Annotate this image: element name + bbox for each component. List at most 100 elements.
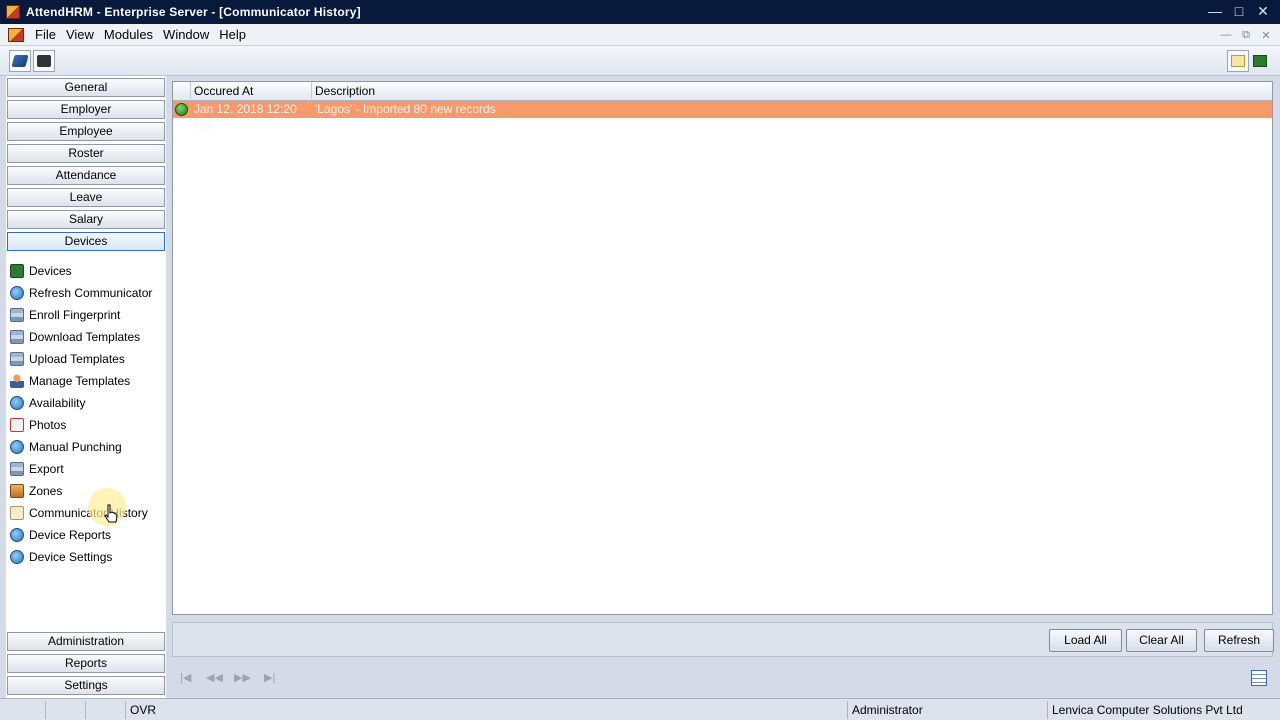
nav-roster-button[interactable]: Roster <box>7 144 165 163</box>
server-stack-icon <box>10 462 24 476</box>
nav-item-device-reports[interactable]: Device Reports <box>10 525 111 545</box>
globe-icon <box>10 440 24 454</box>
mdi-minimize-icon[interactable]: — <box>1218 27 1234 43</box>
previous-page-icon[interactable]: ◀◀ <box>206 671 223 684</box>
nav-item-label: Enroll Fingerprint <box>29 308 121 322</box>
device-icon <box>10 264 24 278</box>
nav-employee-button[interactable]: Employee <box>7 122 165 141</box>
note-icon <box>10 506 24 520</box>
hand-cursor-icon <box>104 504 118 523</box>
nav-item-label: Manual Punching <box>29 440 122 454</box>
mdi-controls: — ⧉ ✕ <box>1218 27 1274 43</box>
globe-icon <box>10 528 24 542</box>
notes-toolbar-button[interactable] <box>1227 50 1249 72</box>
nav-item-label: Photos <box>29 418 67 432</box>
window-title: AttendHRM - Enterprise Server - [Communi… <box>26 5 361 19</box>
column-header-description[interactable]: Description <box>312 82 1272 101</box>
nav-item-label: Device Settings <box>29 550 113 564</box>
status-company: Lenvica Computer Solutions Pvt Ltd <box>1052 703 1243 717</box>
nav-item-label: Zones <box>29 484 63 498</box>
grid-header: Occured At Description <box>173 82 1272 101</box>
nav-item-upload-templates[interactable]: Upload Templates <box>10 349 125 369</box>
status-mode: OVR <box>126 701 848 719</box>
nav-item-device-settings[interactable]: Device Settings <box>10 547 112 567</box>
close-icon[interactable]: ✕ <box>1252 2 1274 20</box>
globe-icon <box>10 550 24 564</box>
record-navigator: |◀ ◀◀ ▶▶ ▶| <box>172 668 1273 690</box>
refresh-button[interactable]: Refresh <box>1204 629 1274 652</box>
menu-window[interactable]: Window <box>158 27 214 42</box>
nav-item-refresh-communicator[interactable]: Refresh Communicator <box>10 283 152 303</box>
nav-item-zones[interactable]: Zones <box>10 481 62 501</box>
cell-description[interactable]: 'Lagos' - Imported 80 new records <box>312 101 1212 118</box>
nav-item-label: Devices <box>29 264 72 278</box>
app-logo-icon[interactable] <box>6 5 20 19</box>
nav-item-manual-punching[interactable]: Manual Punching <box>10 437 122 457</box>
nav-item-label: Upload Templates <box>29 352 125 366</box>
cell-occured-at[interactable]: Jan 12, 2018 12:20 PM <box>191 101 312 133</box>
row-indicator-header <box>173 82 191 101</box>
nav-salary-button[interactable]: Salary <box>7 210 165 229</box>
nav-item-enroll-fingerprint[interactable]: Enroll Fingerprint <box>10 305 120 325</box>
camera-icon <box>37 55 51 67</box>
nav-leave-button[interactable]: Leave <box>7 188 165 207</box>
toolbar <box>0 46 1280 76</box>
menu-help[interactable]: Help <box>214 27 251 42</box>
nav-devices-button[interactable]: Devices <box>7 232 165 251</box>
nav-item-photos[interactable]: Photos <box>10 415 66 435</box>
load-all-button[interactable]: Load All <box>1049 629 1122 652</box>
menu-bar: File View Modules Window Help — ⧉ ✕ <box>0 24 1280 46</box>
nav-item-label: Manage Templates <box>29 374 131 388</box>
last-record-icon[interactable]: ▶| <box>264 671 275 684</box>
status-cell-2 <box>46 701 86 719</box>
mdi-restore-icon[interactable]: ⧉ <box>1238 27 1254 43</box>
clear-all-button[interactable]: Clear All <box>1126 629 1197 652</box>
mdi-close-icon[interactable]: ✕ <box>1258 27 1274 43</box>
nav-item-label: Device Reports <box>29 528 112 542</box>
nav-employer-button[interactable]: Employer <box>7 100 165 119</box>
nav-reports-button[interactable]: Reports <box>7 654 165 673</box>
status-cell-3 <box>86 701 126 719</box>
column-header-occured-at[interactable]: Occured At <box>191 82 312 101</box>
book-toolbar-button[interactable] <box>9 50 31 72</box>
menu-modules[interactable]: Modules <box>99 27 158 42</box>
device-icon <box>1253 55 1267 67</box>
server-stack-icon <box>10 352 24 366</box>
menu-file[interactable]: File <box>30 27 61 42</box>
nav-item-label: Availability <box>29 396 86 410</box>
nav-item-label: Refresh Communicator <box>29 286 153 300</box>
status-user: Administrator <box>848 701 1048 719</box>
action-panel: Load All Clear All Refresh <box>172 622 1274 657</box>
first-record-icon[interactable]: |◀ <box>180 671 191 684</box>
nav-general-button[interactable]: General <box>7 78 165 97</box>
nav-item-communicator-history[interactable]: Communicator History <box>10 503 148 523</box>
next-page-icon[interactable]: ▶▶ <box>234 671 251 684</box>
status-bar: OVR Administrator Lenvica Computer Solut… <box>0 698 1280 720</box>
globe-icon <box>10 396 24 410</box>
zone-icon <box>10 484 24 498</box>
nav-item-download-templates[interactable]: Download Templates <box>10 327 140 347</box>
nav-settings-button[interactable]: Settings <box>7 676 165 695</box>
nav-item-manage-templates[interactable]: Manage Templates <box>10 371 130 391</box>
book-icon <box>11 55 29 67</box>
photo-icon <box>10 418 24 432</box>
nav-item-devices[interactable]: Devices <box>10 261 72 281</box>
title-bar: AttendHRM - Enterprise Server - [Communi… <box>0 0 1280 24</box>
camera-toolbar-button[interactable] <box>33 50 55 72</box>
table-row[interactable]: Jan 12, 2018 12:20 PM 'Lagos' - Imported… <box>173 101 1272 133</box>
maximize-icon[interactable]: □ <box>1228 2 1250 20</box>
grid-layout-icon[interactable] <box>1251 670 1267 686</box>
nav-administration-button[interactable]: Administration <box>7 632 165 651</box>
globe-icon <box>10 286 24 300</box>
nav-item-export[interactable]: Export <box>10 459 64 479</box>
nav-item-availability[interactable]: Availability <box>10 393 85 413</box>
nav-attendance-button[interactable]: Attendance <box>7 166 165 185</box>
minimize-icon[interactable]: — <box>1204 2 1226 20</box>
server-stack-icon <box>10 330 24 344</box>
device-toolbar-button[interactable] <box>1249 50 1271 72</box>
menu-view[interactable]: View <box>61 27 99 42</box>
status-success-icon <box>175 103 188 116</box>
document-menu-icon[interactable] <box>8 27 24 42</box>
status-cell-1 <box>2 701 46 719</box>
navigation-pane: General Employer Employee Roster Attenda… <box>6 76 166 698</box>
